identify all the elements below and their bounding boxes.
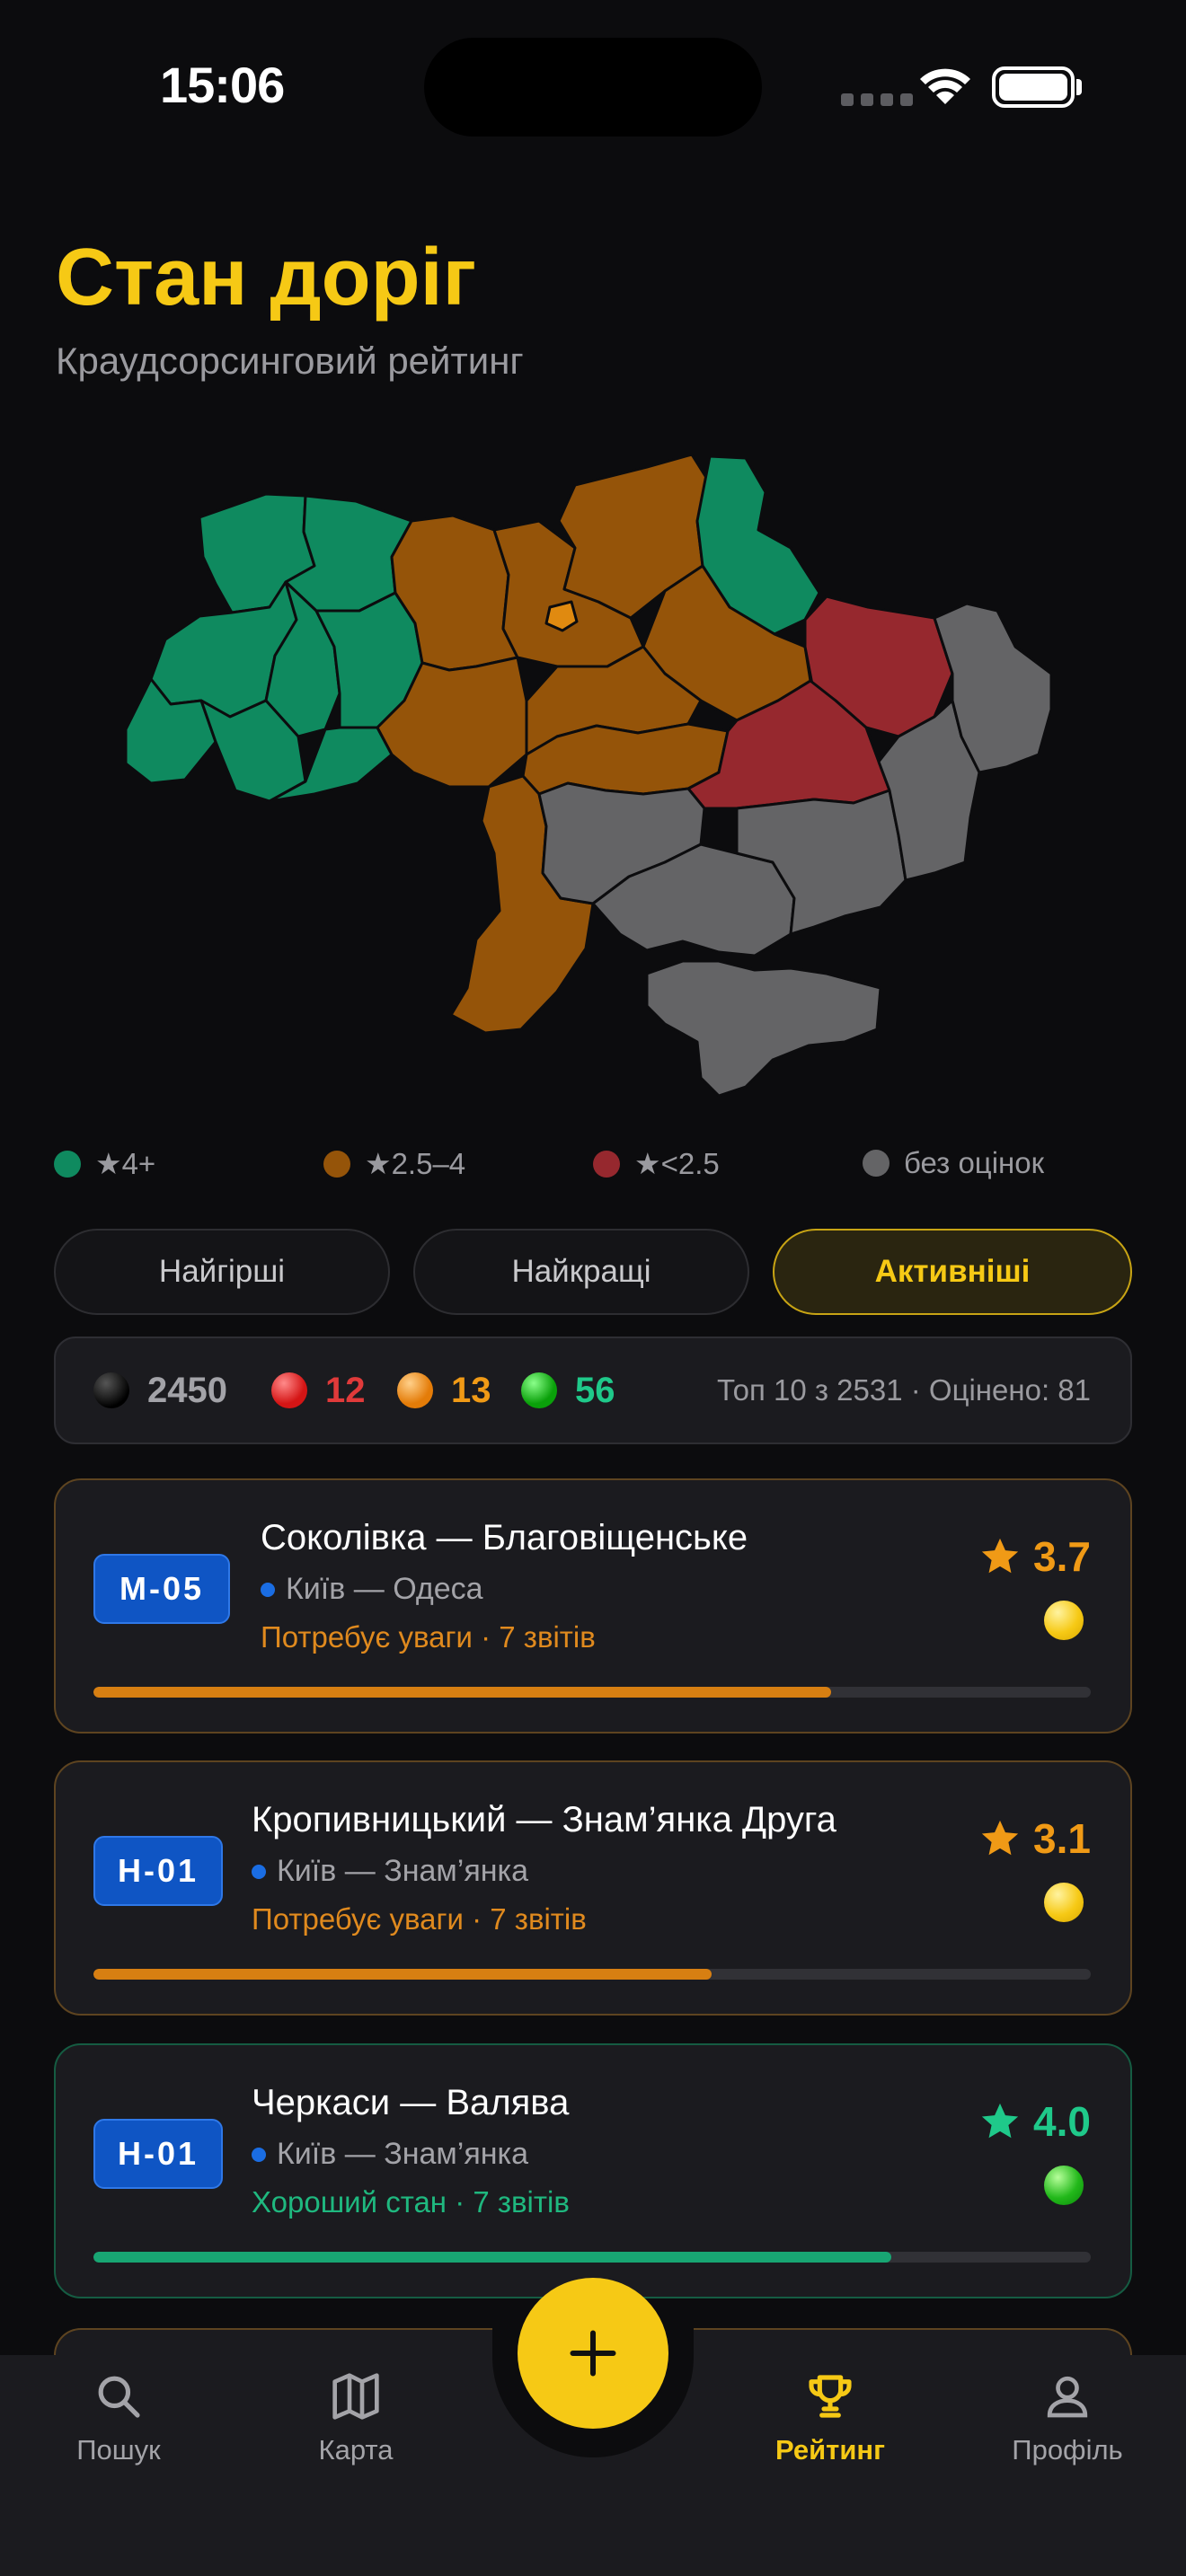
legend-label: ★<2.5 bbox=[634, 1147, 720, 1180]
road-rating-value: 3.1 bbox=[1033, 1815, 1091, 1862]
tab-best[interactable]: Найкращі bbox=[413, 1229, 749, 1315]
star-icon bbox=[981, 1538, 1019, 1574]
add-report-button[interactable] bbox=[518, 2278, 668, 2429]
road-rating-bar-fill bbox=[93, 1969, 712, 1980]
road-rating-bar bbox=[93, 1687, 1091, 1698]
orange-ball-icon bbox=[397, 1372, 433, 1408]
stat-orange-count: 13 bbox=[451, 1370, 491, 1410]
road-status: Потребує уваги · 7 звітів bbox=[261, 1620, 596, 1654]
green-ball-icon bbox=[521, 1372, 557, 1408]
route-dot-icon bbox=[261, 1582, 275, 1597]
nav-search-label: Пошук bbox=[76, 2434, 161, 2466]
stats-summary-bar: 2450 12 13 56 Топ 10 з 2531 · Оцінено: 8… bbox=[54, 1337, 1132, 1444]
star-icon bbox=[981, 2103, 1019, 2139]
stat-red: 12 bbox=[271, 1338, 366, 1442]
road-rating-bar bbox=[93, 2252, 1091, 2263]
region-crimea[interactable] bbox=[645, 959, 882, 1098]
nav-profile[interactable]: Профіль bbox=[978, 2371, 1157, 2466]
tab-most-active[interactable]: Активніші bbox=[773, 1229, 1132, 1315]
legend-label: ★4+ bbox=[95, 1147, 156, 1180]
route-dot-icon bbox=[252, 2147, 266, 2162]
yellow-ball-icon bbox=[1044, 1883, 1084, 1922]
battery-icon bbox=[992, 66, 1075, 108]
road-card[interactable]: Н-01 Черкаси — Валява Київ — Знам’янка Х… bbox=[54, 2043, 1132, 2298]
road-rating-bar-fill bbox=[93, 1687, 832, 1698]
road-rating-value: 3.7 bbox=[1033, 1533, 1091, 1580]
stat-red-count: 12 bbox=[325, 1370, 366, 1410]
stat-black: 2450 bbox=[93, 1338, 227, 1442]
stats-summary-text: Топ 10 з 2531 · Оцінено: 81 bbox=[717, 1373, 1091, 1407]
legend-item-none: без оцінок bbox=[863, 1146, 1044, 1180]
trophy-icon bbox=[809, 2375, 852, 2418]
green-ball-icon bbox=[1044, 2166, 1084, 2205]
road-code-badge: Н-01 bbox=[93, 1836, 223, 1906]
red-ball-icon bbox=[271, 1372, 307, 1408]
road-rating: 3.7 bbox=[979, 1532, 1091, 1581]
map-legend: ★4+ ★2.5–4 ★<2.5 без оцінок bbox=[54, 1146, 1132, 1182]
dynamic-island bbox=[424, 38, 762, 137]
road-title: Соколівка — Благовіщенське bbox=[261, 1518, 748, 1557]
wifi-icon bbox=[920, 68, 970, 104]
road-rating-bar-fill bbox=[93, 2252, 891, 2263]
road-title: Черкаси — Валява bbox=[252, 2083, 570, 2122]
road-route: Київ — Одеса bbox=[261, 1572, 483, 1607]
stat-green-count: 56 bbox=[575, 1370, 615, 1410]
status-time: 15:06 bbox=[160, 57, 285, 113]
legend-label: без оцінок bbox=[904, 1146, 1045, 1179]
regions-map[interactable] bbox=[0, 431, 1186, 1114]
page-title: Стан доріг bbox=[56, 233, 477, 322]
tab-worst[interactable]: Найгірші bbox=[54, 1229, 390, 1315]
road-rating-bar bbox=[93, 1969, 1091, 1980]
legend-label: ★2.5–4 bbox=[365, 1147, 466, 1180]
battery-cap bbox=[1076, 79, 1082, 95]
legend-item-good: ★4+ bbox=[54, 1146, 155, 1181]
page-subtitle: Краудсорсинговий рейтинг bbox=[56, 340, 524, 382]
cellular-signal-icon bbox=[841, 93, 913, 106]
nav-map-label: Карта bbox=[318, 2434, 394, 2466]
legend-dot bbox=[593, 1150, 620, 1178]
road-card[interactable]: Н-01 Кропивницький — Знам’янка Друга Киї… bbox=[54, 1760, 1132, 2016]
yellow-ball-icon bbox=[1044, 1601, 1084, 1640]
road-rating: 3.1 bbox=[979, 1814, 1091, 1863]
road-rating-value: 4.0 bbox=[1033, 2098, 1091, 2145]
profile-icon bbox=[1047, 2376, 1088, 2418]
road-route-text: Київ — Одеса bbox=[286, 1572, 483, 1606]
road-rating: 4.0 bbox=[979, 2097, 1091, 2146]
road-code-badge: М-05 bbox=[93, 1554, 230, 1624]
road-route: Київ — Знам’янка bbox=[252, 1854, 528, 1889]
map-icon bbox=[332, 2373, 379, 2420]
road-card[interactable]: М-05 Соколівка — Благовіщенське Київ — О… bbox=[54, 1478, 1132, 1734]
road-route-text: Київ — Знам’янка bbox=[277, 1854, 529, 1888]
legend-item-bad: ★<2.5 bbox=[593, 1146, 720, 1181]
road-code-badge: Н-01 bbox=[93, 2119, 223, 2189]
star-icon bbox=[981, 1820, 1019, 1856]
stat-black-count: 2450 bbox=[147, 1370, 227, 1410]
road-route-text: Київ — Знам’янка bbox=[277, 2137, 529, 2171]
road-status: Хороший стан · 7 звітів bbox=[252, 2185, 570, 2219]
road-status: Потребує уваги · 7 звітів bbox=[252, 1902, 587, 1936]
filter-tabs: Найгірші Найкращі Активніші bbox=[54, 1229, 1132, 1315]
nav-search[interactable]: Пошук bbox=[29, 2371, 208, 2466]
plus-icon bbox=[570, 2330, 616, 2377]
nav-rating-label: Рейтинг bbox=[774, 2434, 886, 2466]
road-title: Кропивницький — Знам’янка Друга bbox=[252, 1800, 836, 1839]
nav-rating[interactable]: Рейтинг bbox=[740, 2371, 920, 2466]
black-ball-icon bbox=[93, 1372, 129, 1408]
legend-dot bbox=[863, 1150, 890, 1177]
legend-dot bbox=[54, 1150, 81, 1178]
route-dot-icon bbox=[252, 1864, 266, 1879]
road-route: Київ — Знам’янка bbox=[252, 2137, 528, 2172]
search-icon bbox=[98, 2376, 140, 2418]
legend-item-medium: ★2.5–4 bbox=[323, 1146, 465, 1181]
stat-green: 56 bbox=[521, 1338, 615, 1442]
nav-map[interactable]: Карта bbox=[266, 2371, 446, 2466]
nav-profile-label: Профіль bbox=[1012, 2434, 1123, 2466]
legend-dot bbox=[323, 1150, 350, 1178]
stat-orange: 13 bbox=[397, 1338, 491, 1442]
